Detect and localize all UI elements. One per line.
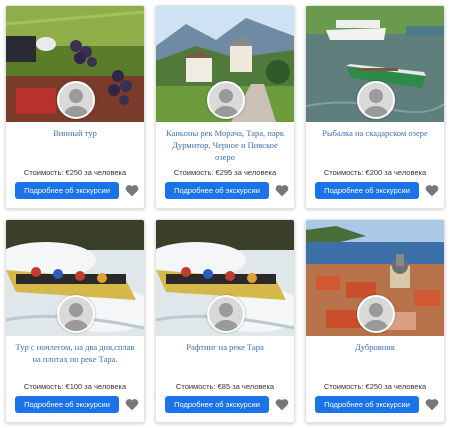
tour-title[interactable]: Рафтинг на реке Тара: [162, 341, 288, 353]
tour-price: Стоимость: €250 за человека: [23, 168, 127, 177]
tour-card: Дубровник Стоимость: €250 за человека По…: [305, 219, 445, 423]
tour-card: Каньоны рек Морача, Тара, парк Дурмитор,…: [155, 5, 295, 209]
tour-details-button[interactable]: Подробнее об экскурсии: [315, 396, 419, 413]
tour-details-button[interactable]: Подробнее об экскурсии: [165, 182, 269, 199]
tour-details-button[interactable]: Подробнее об экскурсии: [165, 396, 269, 413]
tour-title[interactable]: Дубровник: [312, 341, 438, 353]
tour-title[interactable]: Рыбалка на скадарском озере: [312, 127, 438, 139]
heart-icon[interactable]: [125, 184, 139, 197]
tour-card: Рафтинг на реке Тара Стоимость: €85 за ч…: [155, 219, 295, 423]
tour-price: Стоимость: €250 за человека: [323, 382, 427, 391]
tour-price: Стоимость: €85 за человека: [175, 382, 275, 391]
watermark: ◦: [139, 328, 141, 333]
guide-avatar: [357, 295, 395, 333]
tour-details-button[interactable]: Подробнее об экскурсии: [15, 182, 119, 199]
tour-title[interactable]: Каньоны рек Морача, Тара, парк Дурмитор,…: [162, 127, 288, 163]
guide-avatar: [207, 81, 245, 119]
tour-details-button[interactable]: Подробнее об экскурсии: [15, 396, 119, 413]
tour-details-button[interactable]: Подробнее об экскурсии: [315, 182, 419, 199]
heart-icon[interactable]: [425, 184, 439, 197]
tour-card: Рыбалка на скадарском озере Стоимость: €…: [305, 5, 445, 209]
tour-card: Винный тур Стоимость: €250 за человека П…: [5, 5, 145, 209]
tour-price: Стоимость: €100 за человека: [23, 382, 127, 391]
guide-avatar: [357, 81, 395, 119]
heart-icon[interactable]: [125, 398, 139, 411]
heart-icon[interactable]: [425, 398, 439, 411]
tour-grid: Винный тур Стоимость: €250 за человека П…: [0, 0, 450, 428]
guide-avatar: [57, 81, 95, 119]
tour-price: Стоимость: €200 за человека: [323, 168, 427, 177]
guide-avatar: [207, 295, 245, 333]
tour-price: Стоимость: €295 за человека: [173, 168, 277, 177]
tour-title[interactable]: Тур с ночлегом, на два дня,сплав на плот…: [12, 341, 138, 365]
tour-card: ◦ Тур с ночлегом, на два дня,сплав на пл…: [5, 219, 145, 423]
guide-avatar: [57, 295, 95, 333]
heart-icon[interactable]: [275, 184, 289, 197]
heart-icon[interactable]: [275, 398, 289, 411]
tour-title[interactable]: Винный тур: [12, 127, 138, 139]
